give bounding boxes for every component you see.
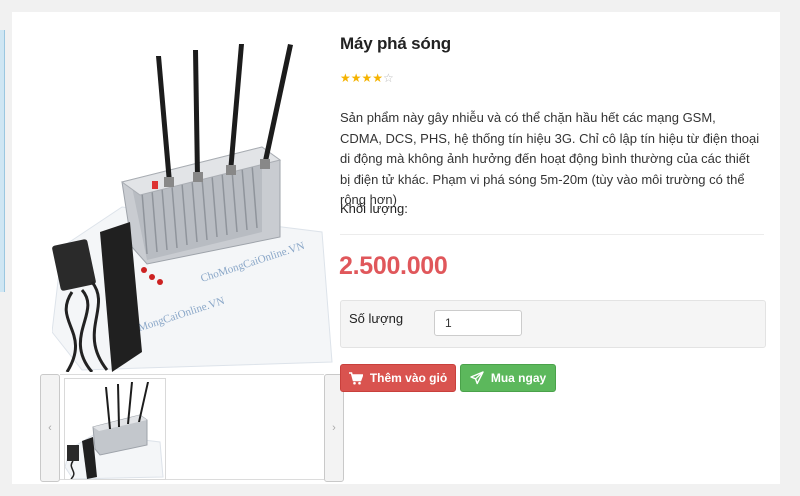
chevron-right-icon: › — [332, 422, 336, 434]
quantity-input[interactable] — [434, 310, 522, 336]
product-card: ChoMongCaiOnline.VN ChoMongCaiOnline.VN — [12, 12, 780, 484]
buy-now-label: Mua ngay — [490, 371, 547, 385]
quantity-panel: Số lượng — [340, 300, 766, 348]
product-price: 2.500.000 — [339, 252, 448, 280]
weight-label: Khối lượng: — [340, 201, 408, 216]
buy-now-button[interactable]: Mua ngay — [460, 364, 556, 392]
product-description: Sản phẩm này gây nhiễu và có thể chặn hầ… — [340, 110, 760, 207]
thumbnail-prev-button[interactable]: ‹ — [40, 374, 60, 482]
product-title: Máy phá sóng — [340, 34, 451, 53]
star-empty-icon: ☆ — [383, 71, 394, 85]
jammer-device-illustration: ChoMongCaiOnline.VN ChoMongCaiOnline.VN — [51, 44, 333, 373]
thumbnail-carousel: ‹ › — [40, 374, 344, 482]
paper-plane-icon — [470, 371, 484, 385]
add-to-cart-label: Thêm vào giỏ — [369, 371, 448, 385]
thumbnail-item[interactable] — [64, 378, 166, 480]
product-main-image[interactable]: ChoMongCaiOnline.VN ChoMongCaiOnline.VN — [51, 32, 342, 373]
rating-stars: ★★★★☆ — [340, 71, 394, 85]
jammer-thumbnail-illustration — [65, 382, 164, 479]
chevron-left-icon: ‹ — [48, 422, 52, 434]
divider — [340, 234, 764, 235]
cart-icon — [348, 371, 363, 384]
left-panel-edge — [0, 30, 5, 292]
add-to-cart-button[interactable]: Thêm vào giỏ — [340, 364, 456, 392]
quantity-label: Số lượng — [349, 311, 404, 326]
right-page-margin — [782, 0, 800, 496]
star-filled-icon: ★★★★ — [340, 71, 384, 85]
